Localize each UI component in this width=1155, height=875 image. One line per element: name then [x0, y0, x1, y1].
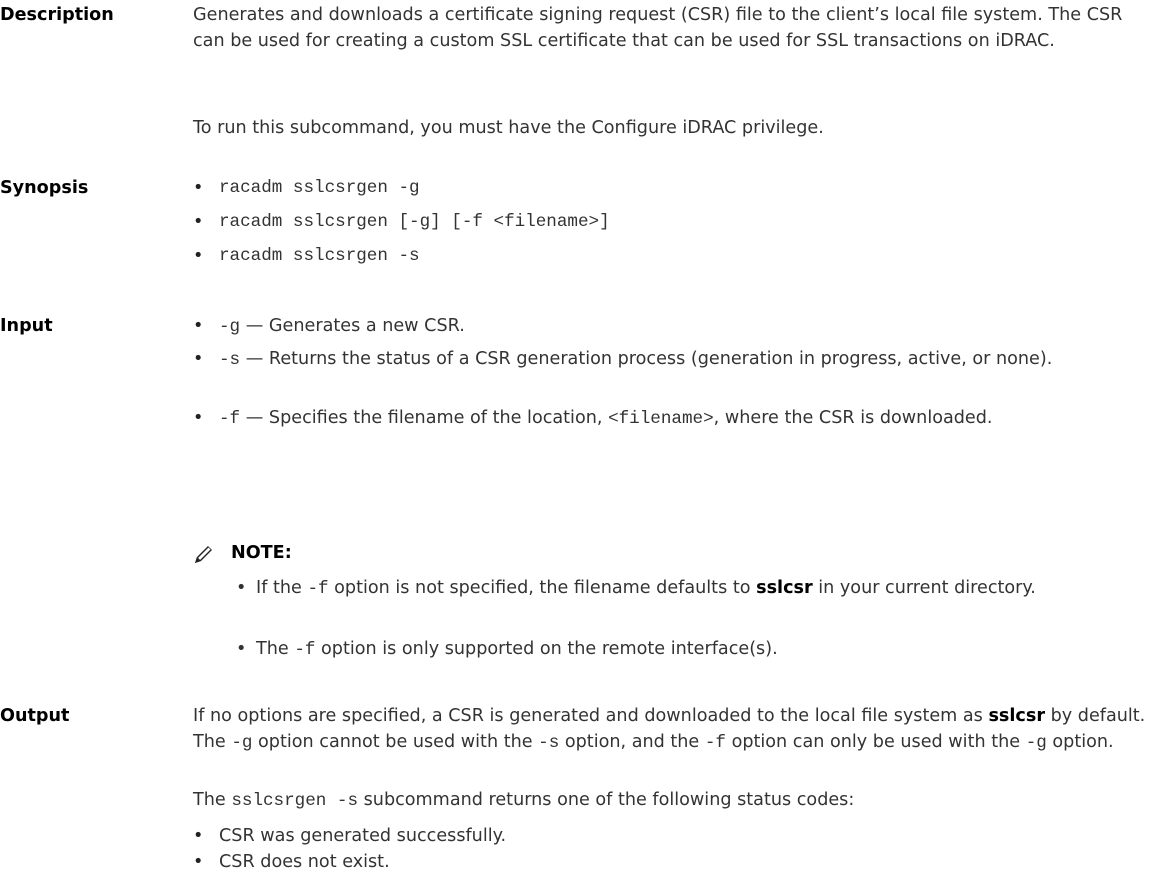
- privilege-paragraph: To run this subcommand, you must have th…: [193, 118, 824, 138]
- output-paragraph: If no options are specified, a CSR is ge…: [193, 703, 1148, 756]
- note-text: in your current directory.: [812, 578, 1036, 598]
- sslcsr-term: sslcsr: [988, 706, 1046, 726]
- flag-code: -g: [1025, 733, 1047, 753]
- status-code-text: CSR does not exist.: [219, 852, 390, 872]
- pencil-icon: [195, 546, 212, 563]
- flag-code: -f: [704, 733, 726, 753]
- input-label: Input: [0, 316, 53, 336]
- status-code-text: CSR was generated successfully.: [219, 826, 507, 846]
- output-text: option cannot be used with the: [252, 732, 539, 752]
- synopsis-command: racadm sslcsrgen -s: [219, 246, 420, 266]
- description-label: Description: [0, 5, 114, 25]
- note-text: The: [256, 639, 295, 659]
- filename-code: <filename>: [608, 409, 714, 429]
- input-item-text: — Returns the status of a CSR generation…: [240, 349, 1053, 369]
- document-page: Description Generates and downloads a ce…: [0, 0, 1155, 872]
- synopsis-command: racadm sslcsrgen [-g] [-f <filename>]: [219, 212, 610, 232]
- note-text: If the: [256, 578, 308, 598]
- flag-code: -s: [219, 350, 241, 370]
- note-text: option is not specified, the filename de…: [328, 578, 757, 598]
- flag-code: -g: [219, 317, 241, 337]
- command-code: sslcsrgen -s: [231, 791, 359, 811]
- output-text: option, and the: [559, 732, 705, 752]
- output-text: subcommand returns one of the following …: [358, 790, 855, 810]
- input-item-text: — Specifies the filename of the location…: [240, 408, 609, 428]
- output-text: option can only be used with the: [725, 732, 1026, 752]
- status-codes-intro: The sslcsrgen -s subcommand returns one …: [193, 787, 1148, 814]
- sslcsr-term: sslcsr: [756, 578, 813, 598]
- description-paragraph: Generates and downloads a certificate si…: [193, 5, 1123, 51]
- input-item-text: , where the CSR is downloaded.: [713, 408, 993, 428]
- output-text: The: [193, 790, 232, 810]
- input-item-text: — Generates a new CSR.: [240, 316, 465, 336]
- output-label: Output: [0, 706, 70, 726]
- synopsis-label: Synopsis: [0, 178, 89, 198]
- output-text: option.: [1046, 732, 1114, 752]
- flag-code: -f: [219, 409, 241, 429]
- synopsis-command: racadm sslcsrgen -g: [219, 178, 420, 198]
- output-text: If no options are specified, a CSR is ge…: [193, 706, 989, 726]
- flag-code: -f: [307, 579, 329, 599]
- flag-code: -f: [294, 640, 316, 660]
- flag-code: -g: [231, 733, 253, 753]
- note-label: NOTE:: [231, 543, 292, 563]
- flag-code: -s: [538, 733, 560, 753]
- note-text: option is only supported on the remote i…: [315, 639, 778, 659]
